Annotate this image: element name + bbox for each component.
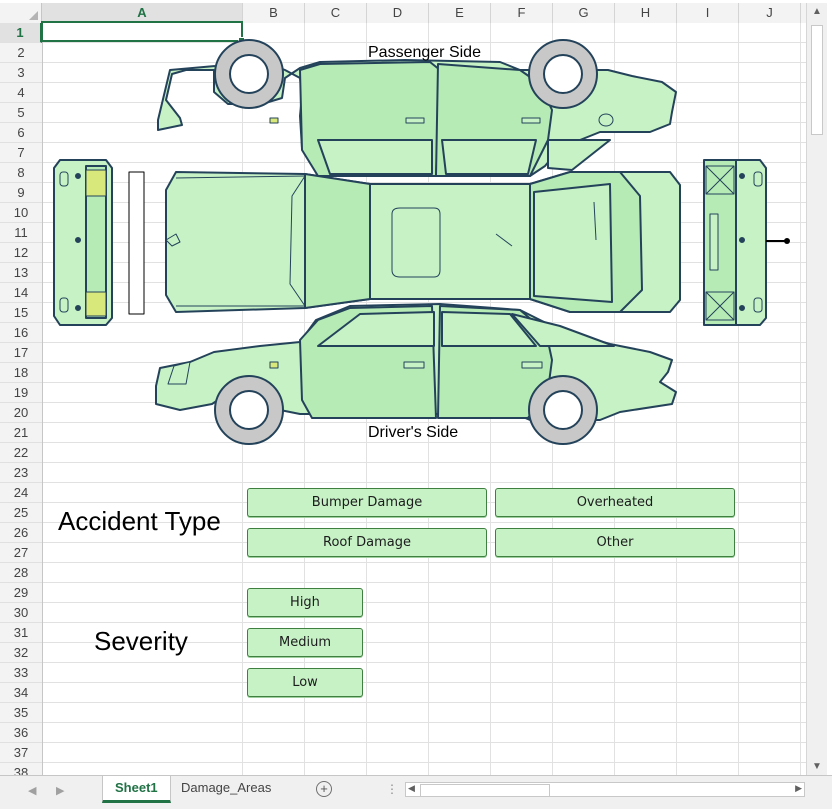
row-header-20[interactable]: 20 bbox=[0, 403, 42, 423]
previous-sheet-icon[interactable]: ◀ bbox=[28, 784, 36, 797]
vertical-scrollbar[interactable]: ▲ ▼ bbox=[806, 3, 827, 775]
gridline bbox=[614, 23, 615, 775]
gridline bbox=[552, 23, 553, 775]
gridline bbox=[800, 23, 801, 775]
row-header-15[interactable]: 15 bbox=[0, 303, 42, 323]
row-header-22[interactable]: 22 bbox=[0, 443, 42, 463]
other-button[interactable]: Other bbox=[495, 528, 735, 557]
gridline bbox=[738, 23, 739, 775]
row-header-26[interactable]: 26 bbox=[0, 523, 42, 543]
column-header-c[interactable]: C bbox=[305, 3, 367, 23]
row-header-31[interactable]: 31 bbox=[0, 623, 42, 643]
column-header-i[interactable]: I bbox=[677, 3, 739, 23]
column-header-f[interactable]: F bbox=[491, 3, 553, 23]
row-header-17[interactable]: 17 bbox=[0, 343, 42, 363]
overheated-button[interactable]: Overheated bbox=[495, 488, 735, 517]
accident-type-heading: Accident Type bbox=[58, 506, 221, 536]
scroll-left-icon[interactable]: ◀ bbox=[408, 783, 415, 794]
column-header-j[interactable]: J bbox=[739, 3, 801, 23]
roof-damage-button[interactable]: Roof Damage bbox=[247, 528, 487, 557]
row-header-19[interactable]: 19 bbox=[0, 383, 42, 403]
gridline bbox=[304, 23, 305, 775]
vertical-scroll-thumb[interactable] bbox=[811, 25, 823, 135]
row-header-10[interactable]: 10 bbox=[0, 203, 42, 223]
row-header-30[interactable]: 30 bbox=[0, 603, 42, 623]
row-header-21[interactable]: 21 bbox=[0, 423, 42, 443]
gridline bbox=[366, 23, 367, 775]
row-header-14[interactable]: 14 bbox=[0, 283, 42, 303]
row-header-37[interactable]: 37 bbox=[0, 743, 42, 763]
row-header-16[interactable]: 16 bbox=[0, 323, 42, 343]
active-cell-a1[interactable] bbox=[41, 21, 245, 44]
column-header-h[interactable]: H bbox=[615, 3, 677, 23]
row-header-bar: 1 2 3 4 5 6 7 8 9 10 11 12 13 14 15 16 17 18 19 20 21 22 23 24 2… bbox=[0, 23, 43, 775]
row-header-13[interactable]: 13 bbox=[0, 263, 42, 283]
column-header-a[interactable]: A bbox=[42, 3, 243, 23]
scroll-up-icon[interactable]: ▲ bbox=[807, 6, 827, 17]
row-header-27[interactable]: 27 bbox=[0, 543, 42, 563]
gridline bbox=[490, 23, 491, 775]
row-header-11[interactable]: 11 bbox=[0, 223, 42, 243]
row-header-5[interactable]: 5 bbox=[0, 103, 42, 123]
row-header-6[interactable]: 6 bbox=[0, 123, 42, 143]
scroll-down-icon[interactable]: ▼ bbox=[807, 761, 827, 772]
next-sheet-icon[interactable]: ▶ bbox=[56, 784, 64, 797]
row-header-38[interactable]: 38 bbox=[0, 763, 42, 775]
row-header-2[interactable]: 2 bbox=[0, 43, 42, 63]
row-header-7[interactable]: 7 bbox=[0, 143, 42, 163]
select-all-corner[interactable] bbox=[0, 3, 42, 23]
row-header-34[interactable]: 34 bbox=[0, 683, 42, 703]
severity-heading: Severity bbox=[94, 626, 188, 656]
spreadsheet-window: A B C D E F G H I J 1 2 3 4 5 6 7 8 9 10 11 12 13 14 1… bbox=[0, 0, 832, 809]
gridline bbox=[676, 23, 677, 775]
column-header-d[interactable]: D bbox=[367, 3, 429, 23]
severity-medium-button[interactable]: Medium bbox=[247, 628, 363, 657]
row-header-9[interactable]: 9 bbox=[0, 183, 42, 203]
sheet-tab-bar: ◀ ▶ Sheet1 Damage_Areas + ⋮ ◀ ▶ bbox=[0, 775, 832, 809]
tab-sheet1[interactable]: Sheet1 bbox=[102, 776, 171, 803]
horizontal-scroll-thumb[interactable] bbox=[420, 784, 550, 797]
row-header-25[interactable]: 25 bbox=[0, 503, 42, 523]
row-header-28[interactable]: 28 bbox=[0, 563, 42, 583]
horizontal-scrollbar[interactable]: ◀ ▶ bbox=[405, 782, 805, 797]
row-header-32[interactable]: 32 bbox=[0, 643, 42, 663]
tab-damage-areas[interactable]: Damage_Areas bbox=[169, 776, 283, 800]
row-header-12[interactable]: 12 bbox=[0, 243, 42, 263]
add-sheet-icon[interactable]: + bbox=[316, 781, 332, 797]
severity-low-button[interactable]: Low bbox=[247, 668, 363, 697]
row-header-3[interactable]: 3 bbox=[0, 63, 42, 83]
row-header-8[interactable]: 8 bbox=[0, 163, 42, 183]
row-header-36[interactable]: 36 bbox=[0, 723, 42, 743]
severity-high-button[interactable]: High bbox=[247, 588, 363, 617]
driver-side-label: Driver's Side bbox=[368, 424, 459, 441]
cell-grid[interactable] bbox=[43, 23, 806, 775]
bumper-damage-button[interactable]: Bumper Damage bbox=[247, 488, 487, 517]
column-header-b[interactable]: B bbox=[243, 3, 305, 23]
row-header-35[interactable]: 35 bbox=[0, 703, 42, 723]
row-header-23[interactable]: 23 bbox=[0, 463, 42, 483]
row-header-24[interactable]: 24 bbox=[0, 483, 42, 503]
row-header-29[interactable]: 29 bbox=[0, 583, 42, 603]
splitter-handle-icon[interactable]: ⋮ bbox=[386, 782, 398, 796]
column-header-g[interactable]: G bbox=[553, 3, 615, 23]
passenger-side-label: Passenger Side bbox=[368, 44, 481, 61]
gridline bbox=[242, 23, 243, 775]
row-header-33[interactable]: 33 bbox=[0, 663, 42, 683]
gridline bbox=[428, 23, 429, 775]
row-header-18[interactable]: 18 bbox=[0, 363, 42, 383]
scroll-right-icon[interactable]: ▶ bbox=[795, 783, 802, 794]
row-header-1[interactable]: 1 bbox=[0, 23, 42, 43]
row-header-4[interactable]: 4 bbox=[0, 83, 42, 103]
column-header-e[interactable]: E bbox=[429, 3, 491, 23]
